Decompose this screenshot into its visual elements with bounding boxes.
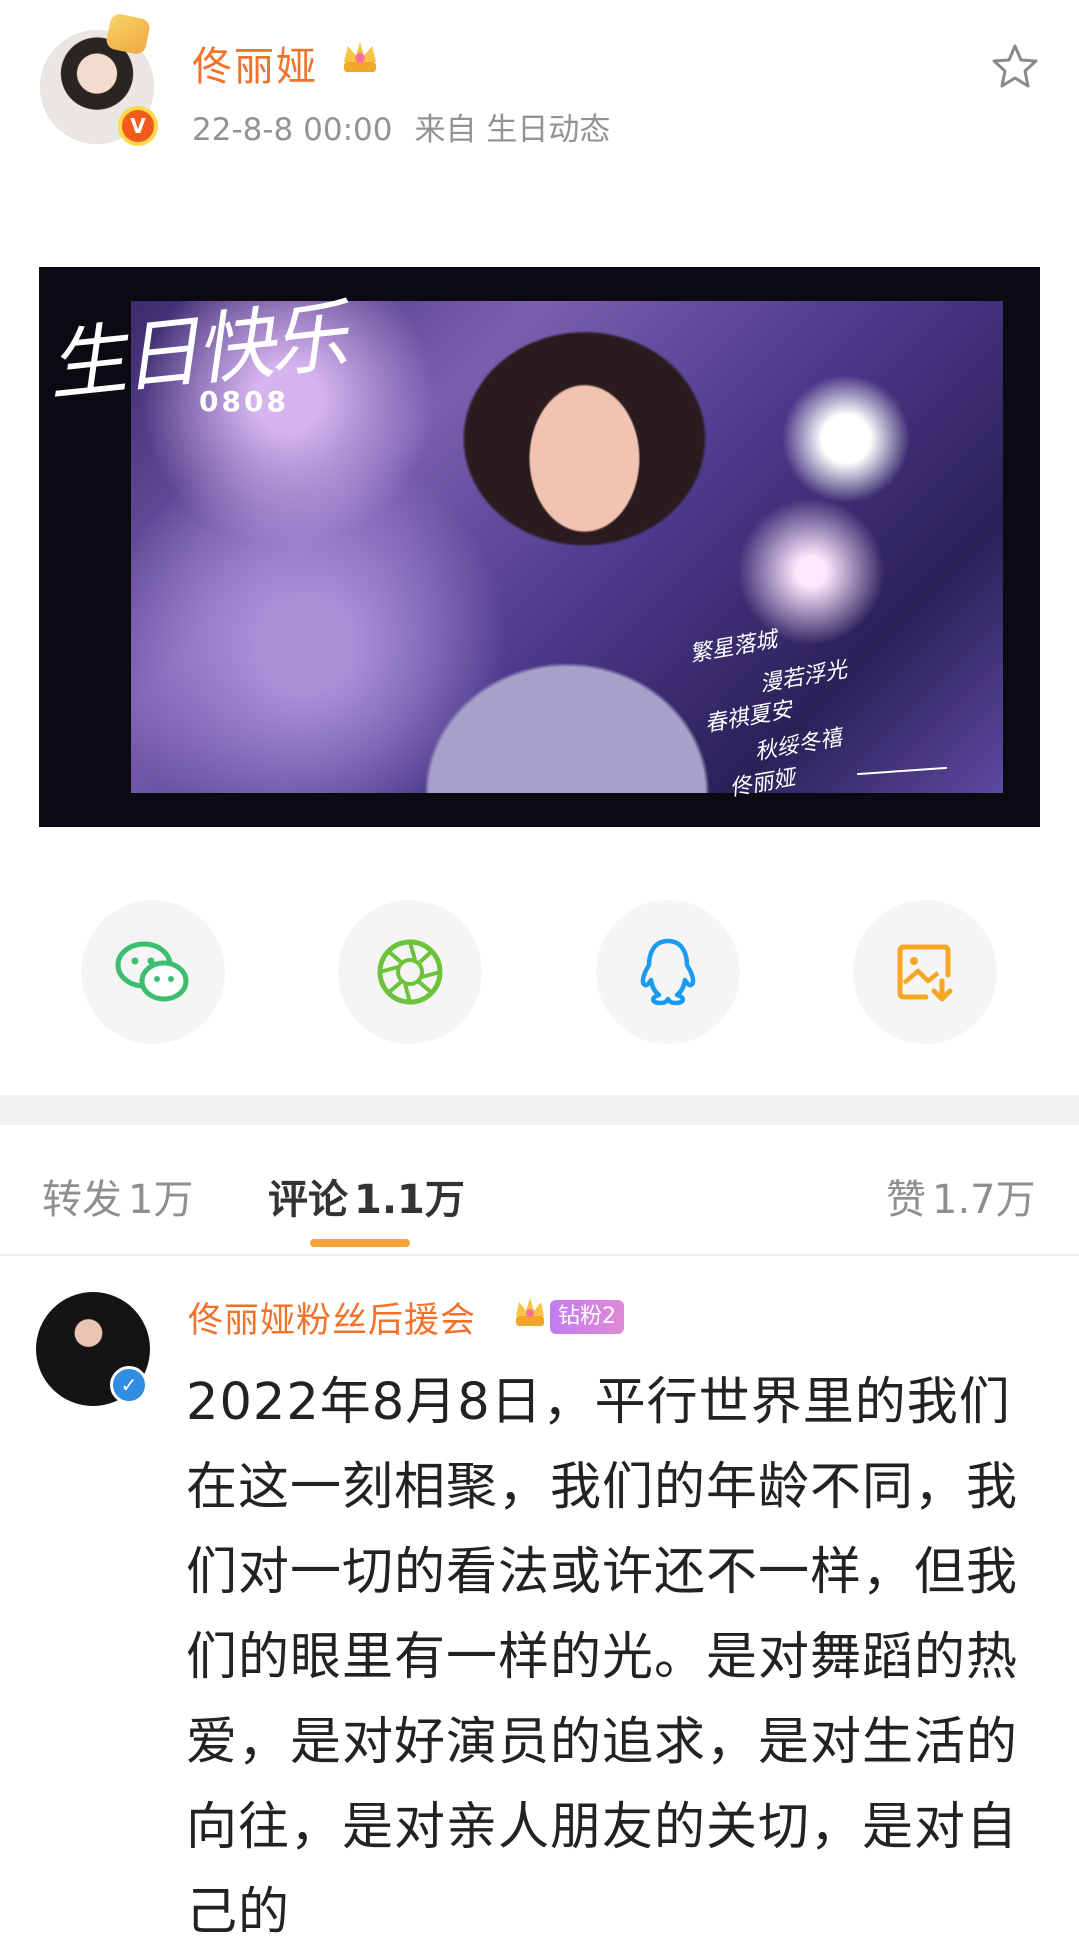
tab-repost[interactable]: 转发 1万: [42, 1167, 193, 1225]
tab-comment[interactable]: 评论 1.1万: [268, 1167, 465, 1225]
comment-author[interactable]: 佟丽娅粉丝后援会: [188, 1292, 476, 1343]
post-meta: 22-8-8 00:00 来自 生日动态: [192, 104, 610, 149]
interaction-tabs: 转发 1万 评论 1.1万 赞 1.7万: [0, 1125, 1079, 1255]
tab-comment-label: 评论: [268, 1177, 348, 1223]
image-date-text: 0808: [199, 385, 289, 418]
qq-icon: [640, 938, 696, 1006]
share-wechat-button[interactable]: [81, 900, 225, 1044]
wechat-icon: [115, 941, 189, 1002]
fan-crown-icon: [516, 1298, 544, 1326]
tab-like-count: 1.7万: [932, 1177, 1036, 1223]
author-name[interactable]: 佟丽娅: [192, 34, 318, 92]
crown-icon: [344, 42, 376, 72]
post-header: V 佟丽娅 22-8-8 00:00 来自 生日动态: [0, 0, 1079, 190]
tab-repost-label: 转发: [42, 1177, 122, 1223]
share-qq-button[interactable]: [596, 900, 740, 1044]
comment-text: 2022年8月8日，平行世界里的我们在这一刻相聚，我们的年龄不同，我们对一切的看…: [186, 1373, 1019, 1942]
tab-like-label: 赞: [886, 1177, 926, 1223]
favorite-star-icon[interactable]: [990, 42, 1040, 92]
share-moments-button[interactable]: [338, 900, 482, 1044]
tab-like[interactable]: 赞 1.7万: [886, 1167, 1036, 1225]
tab-comment-count: 1.1万: [354, 1177, 465, 1223]
save-image-button[interactable]: [853, 900, 997, 1044]
post-time: 22-8-8 00:00: [192, 112, 393, 148]
verified-blue-badge-icon: ✓: [110, 1366, 148, 1404]
section-divider: [0, 1095, 1079, 1125]
post-image[interactable]: 生日快乐 0808 繁星落城 漫若浮光 春祺夏安 秋绥冬禧 佟丽娅: [39, 267, 1040, 827]
comment-item[interactable]: ✓ 佟丽娅粉丝后援会 钻粉2 2022年8月8日，平行世界里的我们在这一刻相聚，…: [0, 1256, 1079, 1959]
moments-icon: [377, 939, 443, 1005]
active-tab-indicator: [310, 1239, 410, 1247]
save-image-icon: [897, 944, 953, 1002]
share-row: [0, 900, 1079, 1050]
post-source[interactable]: 来自 生日动态: [414, 112, 610, 148]
fan-level-badge: 钻粉2: [550, 1300, 624, 1334]
verified-badge-icon: V: [118, 106, 158, 146]
tab-repost-count: 1万: [128, 1177, 194, 1223]
